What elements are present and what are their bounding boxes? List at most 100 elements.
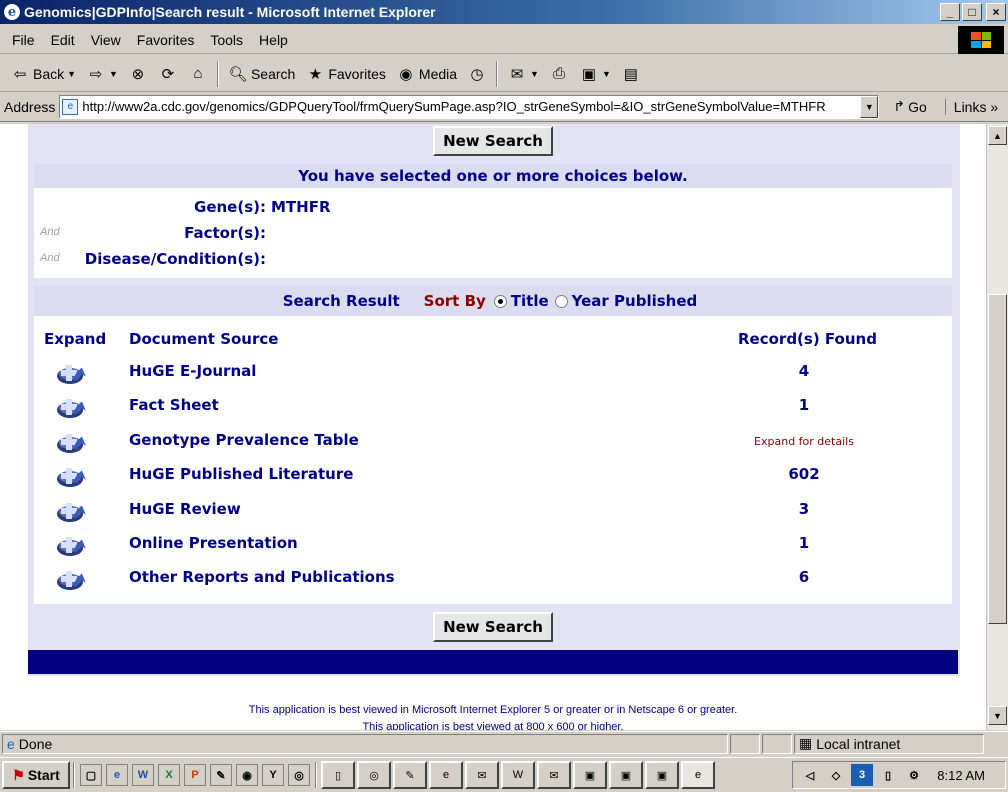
page-viewport: New Search You have selected one or more…	[0, 124, 986, 730]
expand-icon[interactable]	[54, 532, 90, 558]
expand-icon[interactable]	[54, 463, 90, 489]
history-button[interactable]: ◷	[463, 59, 491, 89]
start-button[interactable]: ⚑ Start	[2, 761, 70, 789]
result-row: HuGE E-Journal 4	[34, 358, 952, 390]
restore-button[interactable]: □	[962, 3, 982, 21]
quicklaunch-desktop-icon[interactable]: ▢	[80, 764, 102, 786]
favorites-button[interactable]: ★ Favorites	[301, 59, 390, 89]
status-cell	[730, 733, 760, 754]
task-button-mail-2[interactable]: ✉	[537, 761, 571, 789]
quicklaunch-paint-icon[interactable]: ✎	[210, 764, 232, 786]
address-label: Address	[4, 98, 56, 115]
sort-title-radio[interactable]	[493, 294, 507, 308]
document-source-link[interactable]: Fact Sheet	[129, 396, 219, 414]
scroll-thumb[interactable]	[988, 294, 1007, 624]
document-source-link[interactable]: HuGE Review	[129, 500, 241, 518]
mail-dropdown-icon[interactable]: ▼	[530, 69, 539, 79]
back-button[interactable]: ⇦ Back ▼	[6, 59, 80, 89]
task-button-ppt-2[interactable]: ▣	[609, 761, 643, 789]
tray-tool-icon[interactable]: ⚙	[903, 764, 925, 786]
tray-app-icon[interactable]: ◇	[825, 764, 847, 786]
document-source-link[interactable]: Online Presentation	[129, 534, 298, 552]
print-button[interactable]: ⎙	[545, 59, 573, 89]
task-button-mail[interactable]: ✉	[465, 761, 499, 789]
task-button-paint[interactable]: ✎	[393, 761, 427, 789]
links-button[interactable]: Links »	[944, 98, 998, 115]
forward-button[interactable]: ⇨ ▼	[82, 59, 122, 89]
quicklaunch-media-icon[interactable]: ◉	[236, 764, 258, 786]
toolbar-separator	[216, 60, 219, 87]
address-dropdown-icon[interactable]: ▼	[860, 95, 879, 118]
home-button[interactable]: ⌂	[184, 59, 212, 89]
quicklaunch-ie-icon[interactable]: e	[106, 764, 128, 786]
document-source-link[interactable]: HuGE E-Journal	[129, 362, 256, 380]
vertical-scrollbar[interactable]: ▲ ▼	[986, 124, 1008, 730]
task-button-app[interactable]: ◎	[357, 761, 391, 789]
address-box[interactable]: e ▼	[59, 94, 880, 119]
menu-favorites[interactable]: Favorites	[129, 32, 203, 48]
sort-year-label[interactable]: Year Published	[572, 292, 698, 310]
expand-column-header: Expand	[44, 330, 107, 348]
edit-button[interactable]: ▣ ▼	[575, 59, 615, 89]
quicklaunch-tool-icon[interactable]: Y	[262, 764, 284, 786]
forward-arrow-icon: ⇨	[89, 65, 103, 83]
document-source-link[interactable]: HuGE Published Literature	[129, 465, 353, 483]
result-row: HuGE Published Literature 602	[34, 461, 952, 493]
volume-icon[interactable]: ◁	[799, 764, 821, 786]
close-button[interactable]: ×	[986, 3, 1006, 21]
document-source-link[interactable]: Other Reports and Publications	[129, 568, 395, 586]
search-results-panel: Search Result Sort By Title Year Publish…	[34, 286, 952, 604]
records-found: 3	[798, 499, 810, 518]
records-found: 4	[798, 362, 810, 380]
stop-button[interactable]: ⊗	[124, 59, 152, 89]
back-arrow-icon: ⇦	[13, 65, 27, 83]
forward-dropdown-icon[interactable]: ▼	[109, 69, 118, 79]
edit-dropdown-icon[interactable]: ▼	[602, 69, 611, 79]
media-button[interactable]: ◉ Media	[392, 59, 461, 89]
menu-view[interactable]: View	[83, 32, 129, 48]
expand-icon[interactable]	[54, 394, 90, 420]
task-button-ie-active[interactable]: e	[681, 761, 715, 789]
go-button[interactable]: ↱ Go	[893, 98, 926, 115]
tray-disk-icon[interactable]: ▯	[877, 764, 899, 786]
task-button-device[interactable]: ▯	[321, 761, 355, 789]
refresh-button[interactable]: ⟳	[154, 59, 182, 89]
new-search-button-bottom[interactable]: New Search	[433, 612, 553, 642]
scroll-down-icon[interactable]: ▼	[988, 706, 1007, 725]
task-button-ppt[interactable]: ▣	[573, 761, 607, 789]
new-search-button-top[interactable]: New Search	[433, 126, 553, 156]
sort-title-label[interactable]: Title	[511, 292, 549, 310]
toolbar: ⇦ Back ▼ ⇨ ▼ ⊗ ⟳ ⌂ 🔍︎ Search ★ Favorites…	[0, 56, 1008, 92]
search-icon: 🔍︎	[228, 65, 248, 83]
menu-tools[interactable]: Tools	[202, 32, 251, 48]
task-button-ppt-3[interactable]: ▣	[645, 761, 679, 789]
task-button-word[interactable]: W	[501, 761, 535, 789]
scroll-up-icon[interactable]: ▲	[988, 126, 1007, 145]
quicklaunch-powerpoint-icon[interactable]: P	[184, 764, 206, 786]
back-dropdown-icon[interactable]: ▼	[67, 69, 76, 79]
quicklaunch-word-icon[interactable]: W	[132, 764, 154, 786]
expand-icon[interactable]	[54, 360, 90, 386]
sort-year-radio[interactable]	[554, 294, 568, 308]
expand-icon[interactable]	[54, 566, 90, 592]
mail-button[interactable]: ✉ ▼	[503, 59, 543, 89]
search-button[interactable]: 🔍︎ Search	[224, 59, 299, 89]
document-source-link[interactable]: Genotype Prevalence Table	[129, 431, 359, 449]
status-bar: e Done ▦ Local intranet	[0, 731, 1008, 755]
quicklaunch-excel-icon[interactable]: X	[158, 764, 180, 786]
expand-icon[interactable]	[54, 429, 90, 455]
footer-note-resolution: This application is best viewed at 800 x…	[362, 721, 624, 730]
menu-edit[interactable]: Edit	[43, 32, 83, 48]
footer-note: This application is best viewed in Micro…	[248, 704, 738, 716]
task-button-ie[interactable]: e	[429, 761, 463, 789]
menu-help[interactable]: Help	[251, 32, 296, 48]
expand-icon[interactable]	[54, 498, 90, 524]
minimize-button[interactable]: _	[940, 3, 960, 21]
tray-network-icon[interactable]: 3	[851, 764, 873, 786]
menu-file[interactable]: File	[4, 32, 43, 48]
address-input[interactable]	[82, 99, 858, 114]
page-icon: e	[62, 98, 79, 115]
menu-bar: File Edit View Favorites Tools Help	[0, 26, 1008, 54]
quicklaunch-app-icon[interactable]: ◎	[288, 764, 310, 786]
discuss-button[interactable]: ▤	[617, 59, 645, 89]
